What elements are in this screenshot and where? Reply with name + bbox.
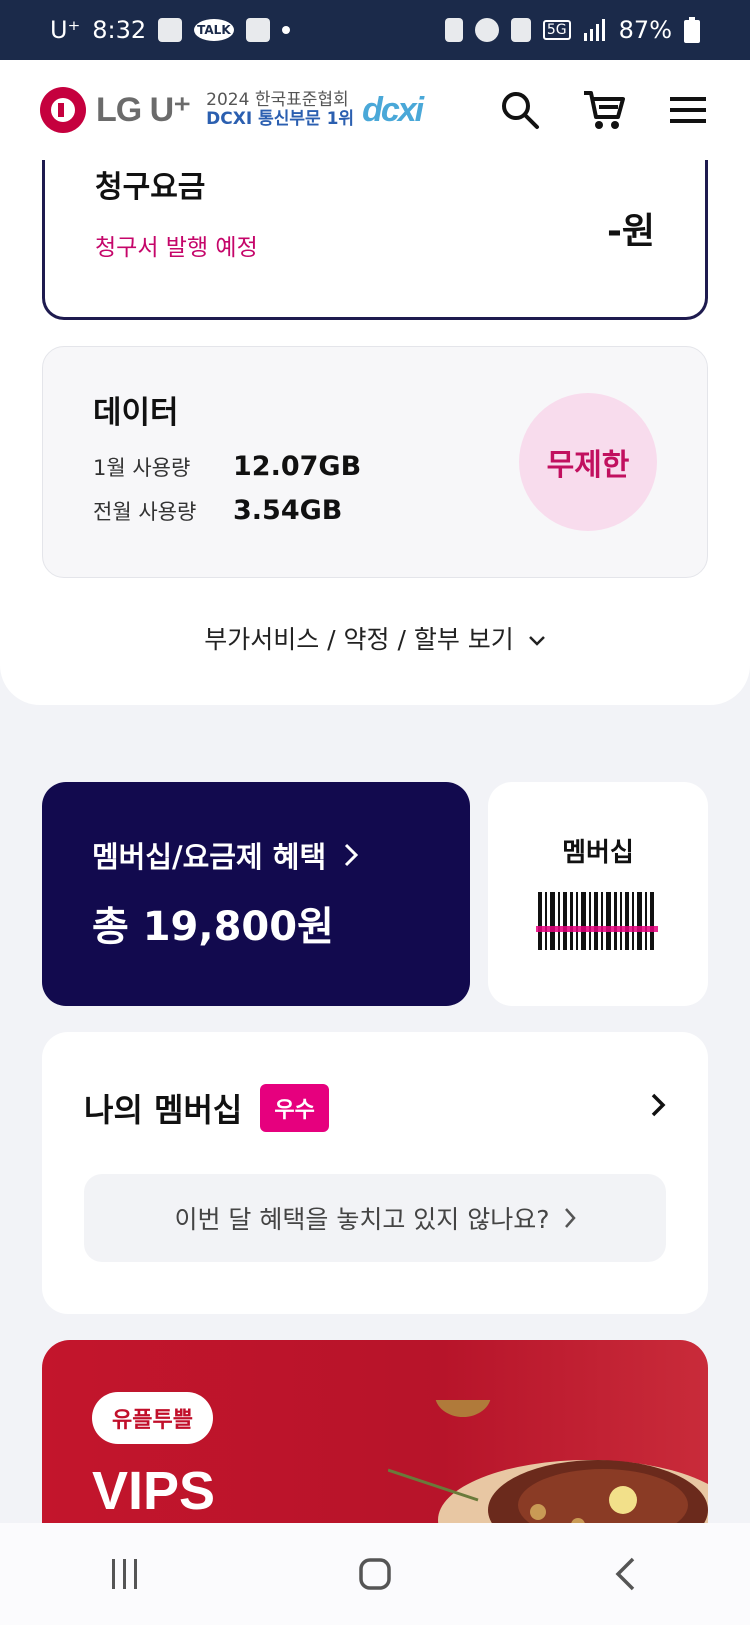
benefit-total-card[interactable]: 멤버십/요금제 혜택 총 19,800원 — [42, 782, 470, 1006]
usage-row-previous: 전월 사용량 3.54GB — [93, 495, 342, 526]
grade-badge: 우수 — [260, 1084, 329, 1132]
battery-icon — [684, 17, 700, 43]
search-icon — [502, 92, 539, 129]
award-line-1: 2024 한국표준협회 — [206, 90, 349, 111]
lgu-logo[interactable]: LG U⁺ — [40, 87, 191, 133]
signal-icon — [583, 19, 605, 41]
my-membership-card[interactable]: 나의 멤버십 우수 이번 달 혜택을 놓치고 있지 않나요? — [42, 1032, 708, 1314]
more-services-link[interactable]: 부가서비스 / 약정 / 할부 보기 — [0, 620, 750, 656]
benefit-label: 멤버십/요금제 혜택 — [92, 840, 327, 874]
steak-image — [388, 1400, 708, 1525]
missed-benefits-banner[interactable]: 이번 달 혜택을 놓치고 있지 않나요? — [84, 1174, 666, 1262]
hamburger-menu-icon — [670, 97, 706, 123]
notification-icon — [158, 18, 183, 42]
home-button[interactable] — [335, 1544, 415, 1604]
missed-benefits-text: 이번 달 혜택을 놓치고 있지 않나요? — [174, 1205, 550, 1234]
bill-amount: -원 — [606, 211, 655, 252]
usage-value: 3.54GB — [233, 495, 343, 526]
back-icon — [615, 1557, 635, 1591]
bill-card[interactable]: 청구요금 청구서 발행 예정 -원 — [42, 150, 708, 320]
cart-icon — [584, 91, 625, 129]
promo-title: VIPS — [92, 1461, 216, 1521]
more-services-label: 부가서비스 / 약정 / 할부 보기 — [204, 625, 514, 654]
data-title: 데이터 — [93, 395, 179, 431]
bill-title: 청구요금 — [95, 170, 206, 205]
award-line-2: DCXI 통신부문 1위 — [206, 109, 355, 129]
logo-text: LG U⁺ — [96, 91, 191, 129]
membership-barcode-card[interactable]: 멤버십 — [488, 782, 708, 1006]
barcode-label: 멤버십 — [562, 838, 634, 868]
battery-percent: 87% — [618, 16, 672, 44]
lg-logo-icon — [40, 87, 86, 133]
benefit-label-row: 멤버십/요금제 혜택 — [92, 834, 359, 876]
more-notifications-dot — [281, 26, 290, 34]
home-icon — [359, 1558, 391, 1590]
dcxi-logo: dcxi — [362, 90, 424, 129]
chevron-down-icon — [528, 636, 545, 646]
usage-label: 전월 사용량 — [93, 499, 197, 524]
bill-status: 청구서 발행 예정 — [95, 235, 258, 261]
nfc-icon — [444, 18, 463, 42]
uplus-twoplus-badge: 유플투쁠 — [92, 1392, 213, 1444]
status-bar: U⁺ 8:32 TALK 5G 87% — [0, 0, 750, 60]
membership-title-row: 나의 멤버십 우수 — [84, 1084, 329, 1132]
search-button[interactable] — [498, 88, 542, 132]
network-type: 5G — [542, 20, 571, 40]
app-header: LG U⁺ 2024 한국표준협회 DCXI 통신부문 1위 dcxi — [0, 60, 750, 160]
recent-apps-button[interactable] — [85, 1544, 165, 1604]
award-text: 2024 한국표준협회 DCXI 통신부문 1위 — [206, 91, 354, 128]
system-navigation-bar — [0, 1523, 750, 1625]
back-button[interactable] — [585, 1544, 665, 1604]
kakaotalk-icon: TALK — [194, 19, 234, 41]
alarm-icon — [474, 18, 499, 42]
chevron-right-icon[interactable] — [650, 1092, 666, 1118]
membership-title: 나의 멤버십 — [84, 1091, 243, 1129]
data-usage-card[interactable]: 데이터 1월 사용량 12.07GB 전월 사용량 3.54GB 무제한 — [42, 346, 708, 578]
notification-icon-2 — [245, 18, 270, 42]
usage-row-current: 1월 사용량 12.07GB — [93, 451, 361, 482]
mute-icon — [510, 18, 531, 42]
cart-button[interactable] — [582, 88, 626, 132]
usage-label: 1월 사용량 — [93, 455, 191, 480]
usage-value: 12.07GB — [233, 451, 362, 482]
menu-button[interactable] — [666, 88, 710, 132]
clock: 8:32 — [92, 16, 147, 44]
chevron-right-icon — [345, 843, 359, 867]
barcode-icon — [536, 892, 658, 950]
recent-apps-icon — [112, 1559, 137, 1589]
account-summary-panel: 청구요금 청구서 발행 예정 -원 데이터 1월 사용량 12.07GB 전월 … — [0, 150, 750, 705]
vips-promo-banner[interactable]: 유플투쁠 VIPS — [42, 1340, 708, 1525]
carrier-label: U⁺ — [50, 16, 81, 44]
chevron-right-icon — [564, 1208, 576, 1228]
unlimited-plan-badge: 무제한 — [519, 393, 657, 531]
benefit-total: 총 19,800원 — [92, 904, 334, 950]
